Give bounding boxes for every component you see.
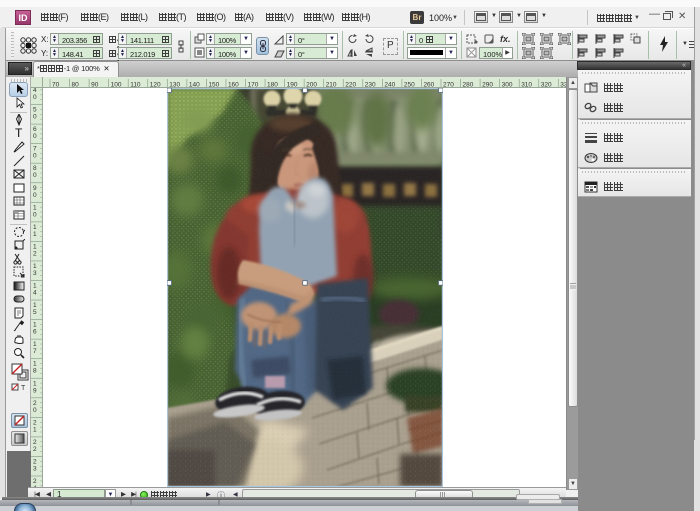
svg-text:1: 1 xyxy=(33,243,37,250)
svg-text:2: 2 xyxy=(33,478,37,485)
svg-text:1: 1 xyxy=(33,322,37,329)
svg-text:2: 2 xyxy=(33,400,37,407)
svg-text:T: T xyxy=(21,385,26,391)
svg-text:0: 0 xyxy=(33,407,37,414)
svg-text:2: 2 xyxy=(33,446,37,453)
svg-text:0: 0 xyxy=(33,211,37,218)
svg-text:1: 1 xyxy=(33,380,37,387)
svg-text:1: 1 xyxy=(33,204,37,211)
svg-text:1: 1 xyxy=(33,231,37,238)
svg-text:8: 8 xyxy=(33,165,37,172)
svg-text:1: 1 xyxy=(33,302,37,309)
svg-text:7: 7 xyxy=(33,146,37,153)
svg-text:6: 6 xyxy=(33,126,37,133)
svg-text:9: 9 xyxy=(33,185,37,192)
svg-text:0: 0 xyxy=(33,114,37,121)
svg-text:0: 0 xyxy=(33,133,37,140)
svg-text:7: 7 xyxy=(33,348,37,355)
svg-text:0: 0 xyxy=(33,94,37,101)
svg-text:8: 8 xyxy=(33,368,37,375)
svg-text:1: 1 xyxy=(33,283,37,290)
svg-text:2: 2 xyxy=(33,439,37,446)
svg-text:0: 0 xyxy=(33,172,37,179)
svg-text:1: 1 xyxy=(33,224,37,231)
svg-text:2: 2 xyxy=(33,250,37,257)
svg-text:2: 2 xyxy=(33,419,37,426)
svg-text:5: 5 xyxy=(33,309,37,316)
svg-text:2: 2 xyxy=(33,458,37,465)
svg-text:0: 0 xyxy=(33,153,37,160)
svg-text:1: 1 xyxy=(33,263,37,270)
svg-text:4: 4 xyxy=(33,290,37,297)
svg-text:0: 0 xyxy=(33,192,37,199)
svg-text:5: 5 xyxy=(33,107,37,114)
svg-text:1: 1 xyxy=(33,426,37,433)
svg-text:3: 3 xyxy=(33,465,37,472)
svg-text:3: 3 xyxy=(33,270,37,277)
svg-text:6: 6 xyxy=(33,329,37,336)
svg-text:9: 9 xyxy=(33,387,37,394)
svg-text:1: 1 xyxy=(33,341,37,348)
svg-text:1: 1 xyxy=(33,361,37,368)
svg-text:T: T xyxy=(15,127,23,139)
